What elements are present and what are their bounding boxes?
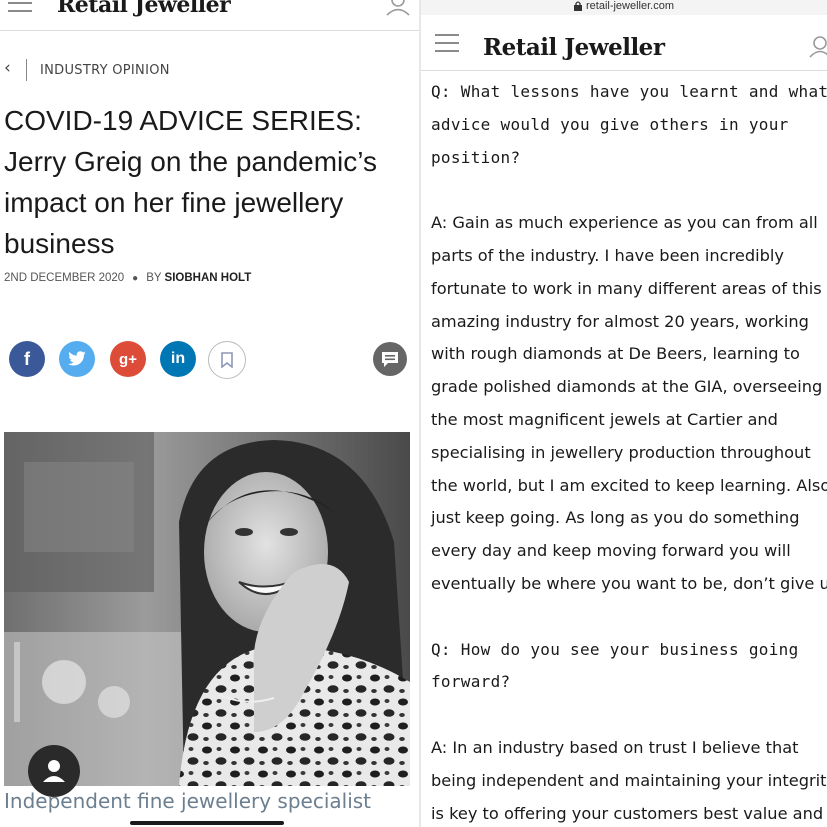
hamburger-menu-icon[interactable] [435, 34, 459, 58]
facebook-share-button[interactable]: f [9, 341, 45, 377]
question-line: Q: What lessons have you learnt and what [431, 82, 827, 101]
lock-icon [573, 1, 582, 12]
author-link[interactable]: SIOBHAN HOLT [165, 272, 252, 284]
address-bar[interactable]: retail-jeweller.com [421, 0, 827, 15]
headline-line: impact on her fine jewellery [4, 187, 344, 218]
answer-line: A: Gain as much experience as you can fr… [431, 213, 818, 233]
comment-button[interactable] [373, 342, 407, 376]
googleplus-share-button[interactable]: g+ [110, 341, 146, 377]
scroll-indicator [130, 821, 284, 825]
headline-line: Jerry Greig on the pandemic’s [4, 146, 377, 177]
twitter-bird-icon [68, 351, 86, 366]
site-header: Retail Jeweller [0, 0, 419, 31]
portrait-photo [4, 432, 410, 786]
hamburger-menu-icon[interactable] [8, 0, 32, 18]
question-line: advice would you give others in your [431, 114, 789, 134]
chevron-left-icon[interactable]: ‹ [4, 58, 11, 78]
facebook-icon: f [24, 348, 30, 369]
answer-line: just keep going. As long as you do somet… [431, 508, 800, 528]
site-logo[interactable]: Retail Jeweller [57, 0, 231, 18]
answer-line: being independent and maintaining your i… [431, 770, 827, 790]
linkedin-icon: in [170, 350, 186, 367]
answer-line: is key to offering your customers best v… [431, 803, 824, 823]
question-line: position? [431, 147, 521, 167]
answer-line: grade polished diamonds at the GIA, over… [431, 377, 823, 397]
by-label: BY [146, 272, 162, 284]
user-icon[interactable] [809, 36, 827, 58]
separator-dot: ● [132, 273, 139, 284]
bookmark-button[interactable] [208, 341, 246, 379]
article-meta: 2ND DECEMBER 2020 ● BY SIOBHAN HOLT [4, 272, 251, 284]
question-line: forward? [431, 672, 511, 692]
headline-line: COVID-19 ADVICE SERIES: [4, 105, 362, 136]
breadcrumb: ‹ INDUSTRY OPINION [0, 58, 419, 84]
category-link[interactable]: INDUSTRY OPINION [40, 63, 170, 78]
answer-line: parts of the industry. I have been incre… [431, 245, 784, 265]
answer-line: amazing industry for almost 20 years, wo… [431, 311, 809, 331]
url-text: retail-jeweller.com [585, 0, 675, 12]
profile-icon [43, 760, 65, 782]
twitter-share-button[interactable] [59, 341, 95, 377]
bookmark-icon [221, 352, 233, 368]
answer-line: every day and keep moving forward you wi… [431, 541, 791, 561]
photo-caption: Independent fine jewellery specialist [4, 789, 372, 813]
linkedin-share-button[interactable]: in [160, 341, 196, 377]
answer-line: eventually be where you want to be, don’… [431, 573, 827, 593]
answer-line: specialising in jewellery production thr… [431, 442, 811, 462]
comment-bubble-icon [382, 352, 398, 367]
site-logo[interactable]: Retail Jeweller [483, 34, 665, 61]
article-headline: COVID-19 ADVICE SERIES: Jerry Greig on t… [4, 100, 414, 264]
left-screenshot: Retail Jeweller ‹ INDUSTRY OPINION COVID… [0, 0, 419, 827]
publish-date: 2ND DECEMBER 2020 [4, 272, 125, 284]
answer-line: the world, but I am excited to keep lear… [431, 475, 827, 495]
right-screenshot: retail-jeweller.com Retail Jeweller Q: W… [421, 0, 827, 827]
user-icon[interactable] [386, 0, 410, 16]
headline-line: business [4, 228, 115, 259]
answer-line: the most magnificent jewels at Cartier a… [431, 409, 778, 429]
article-body: Q: What lessons have you learnt and what… [431, 76, 827, 827]
answer-line: with rough diamonds at De Beers, learnin… [431, 344, 800, 364]
site-header: Retail Jeweller [421, 22, 827, 71]
answer-line: fortunate to work in many different area… [431, 278, 822, 298]
divider [26, 59, 27, 81]
googleplus-icon: g+ [119, 350, 137, 368]
answer-line: A: In an industry based on trust I belie… [431, 737, 799, 757]
question-line: Q: How do you see your business going [431, 639, 799, 659]
